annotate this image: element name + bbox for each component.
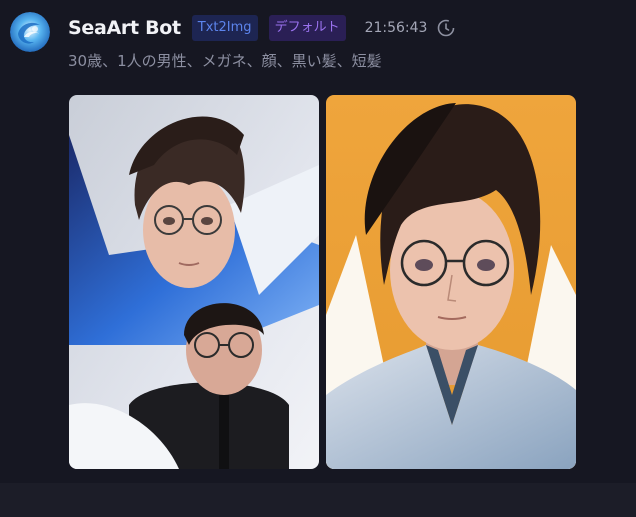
generated-image-2[interactable] [326,95,576,469]
tag-txt2img: Txt2Img [191,15,258,41]
timestamp: 21:56:43 [364,20,428,36]
tag-default-style: デフォルト [268,15,346,41]
generated-image-1[interactable] [69,95,319,469]
clock-icon[interactable] [437,19,455,37]
seaart-logo-icon[interactable] [10,12,50,52]
prompt-text: 30歳、1人の男性、メガネ、顔、黒い髪、短髪 [68,52,382,70]
input-area-strip [0,483,636,517]
message-header: SeaArt Bot Txt2Img デフォルト 21:56:43 [68,14,455,42]
bot-name[interactable]: SeaArt Bot [68,17,181,39]
bot-message: SeaArt Bot Txt2Img デフォルト 21:56:43 30歳、1人… [0,0,636,483]
